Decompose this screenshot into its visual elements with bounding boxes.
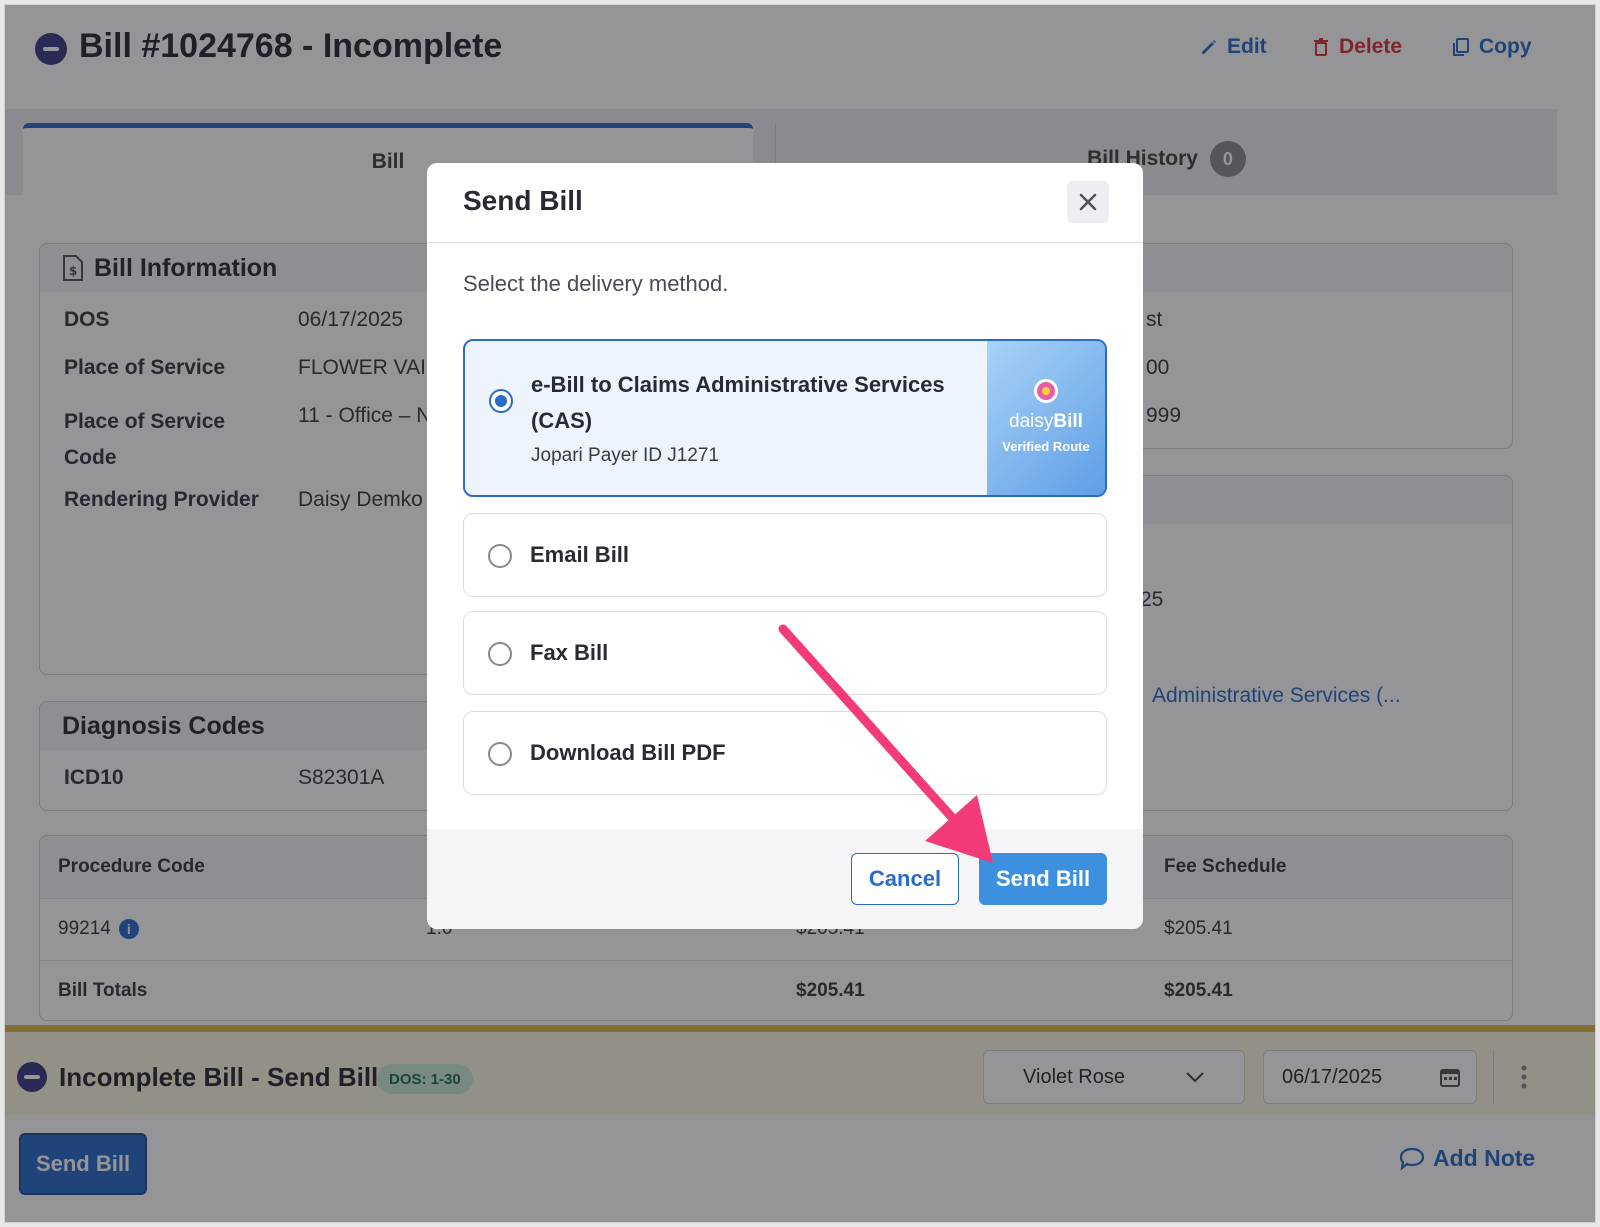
pointer-arrow bbox=[778, 624, 993, 863]
page: Bill #1024768 - Incomplete Edit Delete C… bbox=[4, 4, 1596, 1223]
